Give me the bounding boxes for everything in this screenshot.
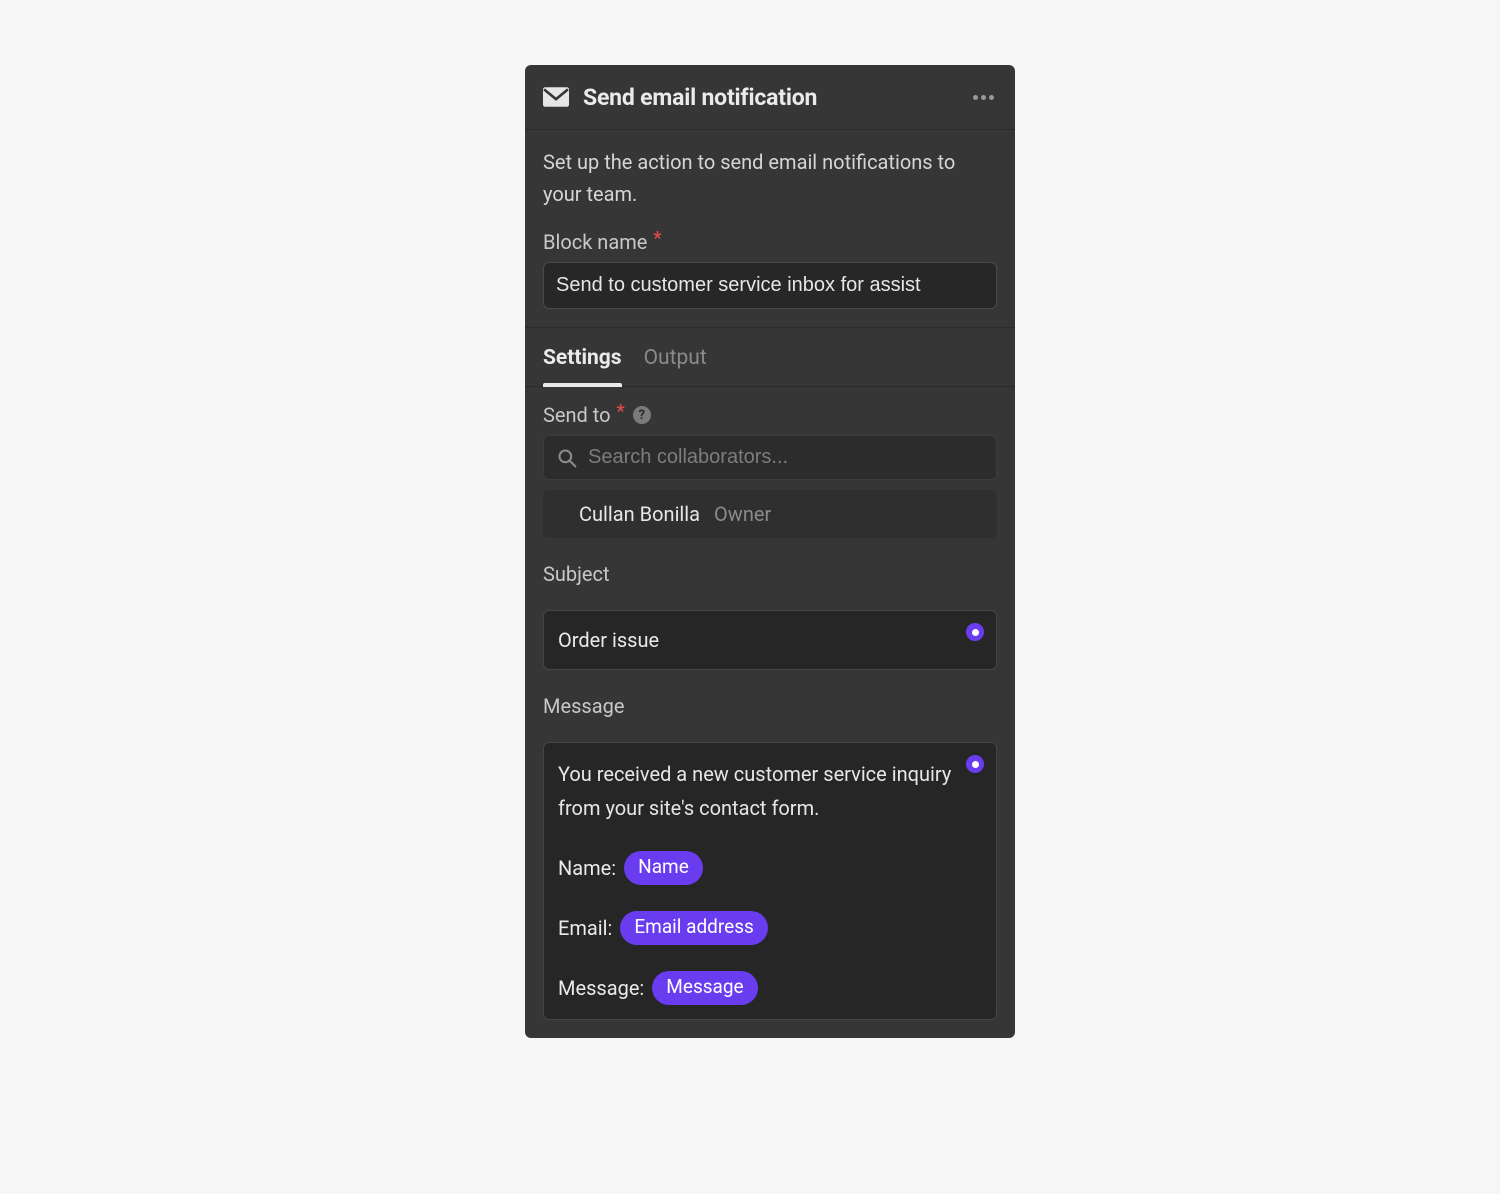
ellipsis-icon — [973, 95, 978, 100]
email-notification-panel: Send email notification Set up the actio… — [525, 65, 1015, 1038]
tabs: Settings Output — [525, 328, 1015, 387]
variable-pill-email[interactable]: Email address — [620, 911, 767, 945]
collaborator-name: Cullan Bonilla — [579, 502, 700, 526]
collaborator-search-input[interactable] — [543, 435, 997, 480]
message-input[interactable]: You received a new customer service inqu… — [543, 742, 997, 1020]
variable-pill-name[interactable]: Name — [624, 851, 703, 885]
variable-pill-message[interactable]: Message — [652, 971, 757, 1005]
search-icon — [557, 448, 577, 468]
panel-title: Send email notification — [583, 84, 969, 111]
block-name-input[interactable] — [543, 262, 997, 309]
variable-indicator-icon[interactable] — [966, 755, 984, 773]
message-label: Message — [543, 694, 997, 718]
subject-value: Order issue — [558, 628, 659, 652]
required-asterisk: * — [653, 228, 661, 249]
message-line-email: Email: Email address — [558, 911, 952, 945]
subject-label: Subject — [543, 562, 997, 586]
settings-section: Send to * ? Cullan Bonilla Owner Subject… — [525, 387, 1015, 1038]
more-options-button[interactable] — [969, 83, 997, 111]
block-name-label: Block name * — [543, 230, 997, 254]
tab-output[interactable]: Output — [644, 346, 707, 386]
panel-description: Set up the action to send email notifica… — [543, 146, 997, 210]
collaborator-role: Owner — [714, 502, 771, 526]
subject-input[interactable]: Order issue — [543, 610, 997, 670]
send-to-label: Send to * ? — [543, 403, 997, 427]
message-intro: You received a new customer service inqu… — [558, 757, 952, 825]
message-line-name: Name: Name — [558, 851, 952, 885]
tab-settings[interactable]: Settings — [543, 346, 622, 386]
collaborator-row[interactable]: Cullan Bonilla Owner — [543, 490, 997, 538]
panel-header: Send email notification — [525, 65, 1015, 130]
required-asterisk: * — [617, 401, 625, 422]
intro-section: Set up the action to send email notifica… — [525, 130, 1015, 328]
message-line-message: Message: Message — [558, 971, 952, 1005]
mail-icon — [543, 87, 569, 107]
collaborator-search — [543, 435, 997, 480]
variable-indicator-icon[interactable] — [966, 623, 984, 641]
help-icon[interactable]: ? — [633, 406, 651, 424]
